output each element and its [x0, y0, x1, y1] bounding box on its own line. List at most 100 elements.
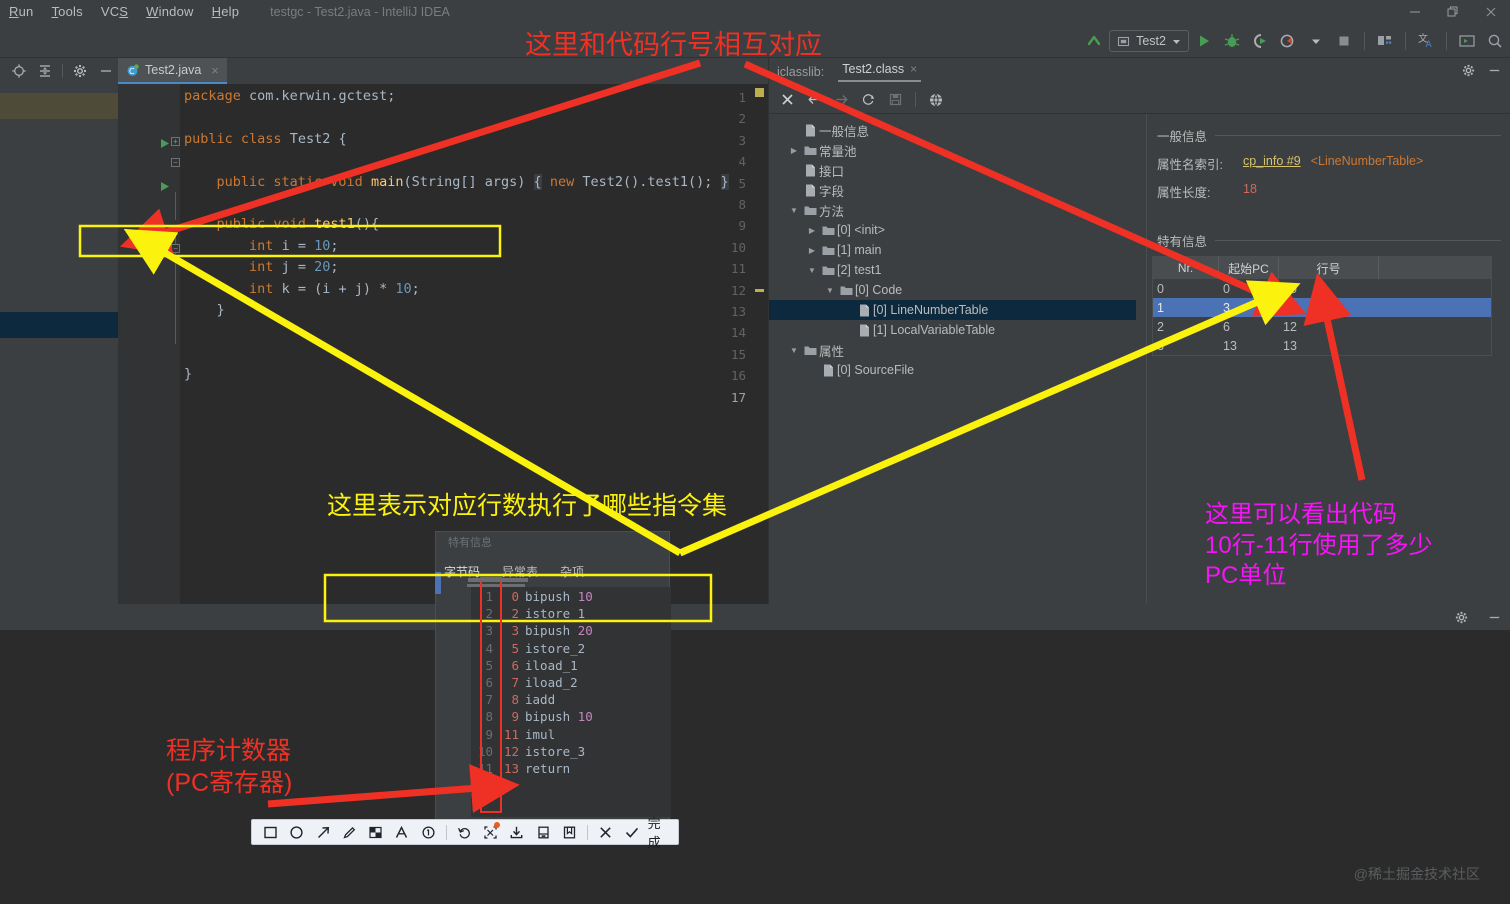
tree-node[interactable]: 字段	[769, 180, 844, 200]
tree-twisty[interactable]: ▼	[823, 286, 837, 295]
menu-vcs[interactable]: VCS	[92, 0, 137, 24]
tree-twisty[interactable]: ▶	[805, 246, 819, 255]
done-label[interactable]: 完成	[646, 813, 672, 851]
tree-node[interactable]: ▶ [1] main	[769, 240, 882, 260]
confirm-icon[interactable]	[619, 820, 644, 844]
tree-twisty[interactable]: ▼	[787, 346, 801, 355]
close-icon[interactable]: ×	[910, 62, 917, 76]
tree-twisty[interactable]: ▶	[805, 226, 819, 235]
jclasslib-panel-label: jclasslib:	[777, 65, 825, 79]
build-icon[interactable]	[1081, 28, 1107, 54]
tree-node[interactable]: 一般信息	[769, 120, 869, 140]
chevron-down-icon[interactable]	[1303, 28, 1329, 54]
rectangle-icon[interactable]	[258, 820, 283, 844]
close-icon[interactable]	[1472, 0, 1510, 24]
menu-run[interactable]: Run	[0, 0, 42, 24]
text-icon[interactable]	[389, 820, 414, 844]
tree-node[interactable]: [0] LineNumberTable	[769, 300, 1136, 320]
code-fold-toggle[interactable]: +	[171, 136, 180, 146]
code-line: }	[216, 302, 225, 318]
settings-icon[interactable]	[1454, 610, 1469, 630]
step-number-icon[interactable]	[416, 820, 441, 844]
bookmark-icon[interactable]	[557, 820, 582, 844]
stop-icon[interactable]	[1331, 28, 1357, 54]
undo-icon[interactable]	[452, 820, 477, 844]
collapse-all-icon[interactable]	[34, 60, 56, 82]
table-row[interactable]: 1 3 11	[1153, 298, 1491, 317]
error-stripe-marker[interactable]	[755, 289, 764, 292]
tree-node[interactable]: ▼ [0] Code	[769, 280, 902, 300]
menu-tools[interactable]: Tools	[42, 0, 91, 24]
back-icon[interactable]	[802, 89, 826, 111]
browse-icon[interactable]	[924, 89, 948, 111]
tree-node[interactable]: ▶ [0] <init>	[769, 220, 885, 240]
pin-icon[interactable]	[531, 820, 556, 844]
cancel-icon[interactable]	[593, 820, 618, 844]
close-icon[interactable]	[775, 89, 799, 111]
column-header-start-pc[interactable]: 起始PC	[1219, 257, 1279, 279]
hide-icon[interactable]	[1487, 610, 1502, 630]
translate-icon[interactable]: 文A	[1413, 28, 1439, 54]
jclasslib-tree[interactable]: 一般信息 ▶ 常量池 接口 字段 ▼ 方法 ▶ [0] <init> ▶ [1] main ▼ [2] …	[769, 114, 1146, 604]
ellipse-icon[interactable]	[284, 820, 309, 844]
arrow-icon[interactable]	[311, 820, 336, 844]
tree-node[interactable]: ▼ 属性	[769, 340, 844, 360]
minimize-icon[interactable]	[1396, 0, 1434, 24]
tree-twisty[interactable]: ▼	[787, 206, 801, 215]
table-row[interactable]: 2 6 12	[1153, 317, 1491, 336]
code-fold-toggle[interactable]: −	[171, 243, 180, 253]
tab-misc[interactable]: 杂项	[560, 563, 584, 580]
table-row[interactable]: 3 13 13	[1153, 336, 1491, 355]
hide-icon[interactable]	[95, 60, 117, 82]
bytecode-instruction-list[interactable]: 1 0 bipush 10 2 2 istore_1 3 3 bipush 20 4 5 istore…	[471, 587, 671, 817]
code-line: package com.kerwin.gctest;	[184, 88, 396, 104]
error-stripe-marker[interactable]	[755, 88, 764, 97]
project-pane[interactable]	[0, 84, 118, 604]
tree-node[interactable]: [1] LocalVariableTable	[769, 320, 995, 340]
tree-node[interactable]: ▼ [2] test1	[769, 260, 881, 280]
tree-twisty[interactable]: ▼	[805, 266, 819, 275]
column-header-nr[interactable]: Nr.	[1153, 257, 1219, 279]
run-gutter-icon[interactable]	[160, 136, 170, 148]
pen-icon[interactable]	[337, 820, 362, 844]
run-configuration-selector[interactable]: Test2	[1109, 30, 1189, 52]
mosaic-icon[interactable]	[363, 820, 388, 844]
tree-node[interactable]: 接口	[769, 160, 844, 180]
locate-icon[interactable]	[8, 60, 30, 82]
tree-node[interactable]: ▶ 常量池	[769, 140, 857, 160]
tree-node[interactable]: [0] SourceFile	[769, 360, 914, 380]
restore-icon[interactable]	[1434, 0, 1472, 24]
line-number-table[interactable]: Nr. 起始PC 行号 0 0 10 1 3 11 2 6 12 3 13 13	[1152, 256, 1492, 356]
cp-info-link[interactable]: cp_info #9	[1243, 154, 1301, 173]
jclasslib-tab-test2class[interactable]: Test2.class ×	[838, 62, 922, 82]
code-fold-toggle[interactable]: −	[171, 158, 180, 168]
code-editor: C Test2.java × package com.kerwin.gctest…	[118, 58, 768, 604]
terminal-icon[interactable]	[1454, 28, 1480, 54]
download-icon[interactable]	[504, 820, 529, 844]
code-line: }	[184, 366, 193, 383]
menu-window[interactable]: Window	[137, 0, 202, 24]
run-icon[interactable]	[1191, 28, 1217, 54]
bytecode-scroll-thumb[interactable]	[468, 578, 528, 582]
settings-icon[interactable]	[69, 60, 91, 82]
code-area[interactable]: package com.kerwin.gctest; public class T…	[118, 84, 768, 604]
reload-icon[interactable]	[856, 89, 880, 111]
ocr-icon[interactable]	[478, 820, 503, 844]
menu-help[interactable]: Help	[203, 0, 249, 24]
table-row[interactable]: 0 0 10	[1153, 279, 1491, 298]
forward-icon	[829, 89, 853, 111]
editor-tab-test2java[interactable]: C Test2.java ×	[118, 58, 227, 84]
run-gutter-icon[interactable]	[160, 179, 170, 191]
search-icon[interactable]	[1482, 28, 1508, 54]
run-coverage-icon[interactable]	[1247, 28, 1273, 54]
column-header-line-number[interactable]: 行号	[1279, 257, 1379, 279]
profiler-icon[interactable]	[1275, 28, 1301, 54]
tree-node[interactable]: ▼ 方法	[769, 200, 844, 220]
debug-icon[interactable]	[1219, 28, 1245, 54]
tree-twisty[interactable]: ▶	[787, 146, 801, 155]
close-icon[interactable]: ×	[211, 63, 219, 78]
hide-icon[interactable]	[1487, 63, 1502, 83]
project-structure-icon[interactable]	[1372, 28, 1398, 54]
settings-icon[interactable]	[1461, 63, 1476, 83]
cell-filler	[1379, 336, 1491, 355]
